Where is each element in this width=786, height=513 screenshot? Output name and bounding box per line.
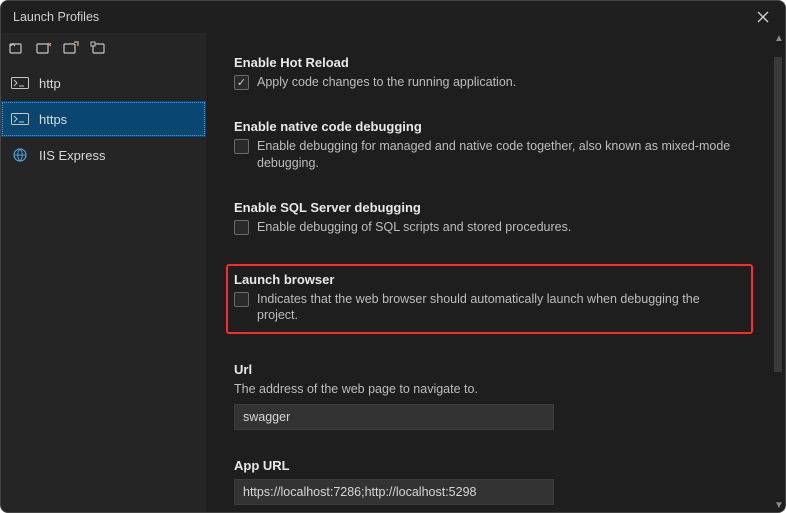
section-title: Enable native code debugging — [234, 119, 743, 134]
profile-item-http[interactable]: http — [1, 65, 206, 101]
dialog-title: Launch Profiles — [13, 10, 99, 24]
settings-content: Enable Hot Reload Apply code changes to … — [206, 33, 771, 512]
launch-profiles-dialog: Launch Profiles — [0, 0, 786, 513]
close-icon — [757, 11, 769, 23]
sql-debug-desc: Enable debugging of SQL scripts and stor… — [257, 219, 571, 236]
terminal-icon — [11, 112, 29, 126]
profile-list: http https IIS Express — [1, 63, 206, 512]
section-title: Enable Hot Reload — [234, 55, 743, 70]
scroll-down-icon[interactable]: ▼ — [774, 502, 782, 510]
hot-reload-checkbox[interactable] — [234, 75, 249, 90]
terminal-icon — [11, 76, 29, 90]
section-title: Enable SQL Server debugging — [234, 200, 743, 215]
section-title: App URL — [234, 458, 743, 473]
section-title: Launch browser — [234, 272, 743, 287]
app-url-input[interactable] — [234, 479, 554, 505]
profile-label: IIS Express — [39, 148, 105, 163]
section-url: Url The address of the web page to navig… — [234, 362, 743, 430]
rename-profile-icon[interactable] — [90, 40, 106, 56]
titlebar: Launch Profiles — [1, 1, 785, 33]
globe-icon — [11, 148, 29, 162]
dialog-body: http https IIS Express — [1, 33, 785, 512]
close-button[interactable] — [753, 7, 773, 27]
sidebar: http https IIS Express — [1, 33, 206, 512]
hot-reload-desc: Apply code changes to the running applic… — [257, 74, 516, 91]
section-hot-reload: Enable Hot Reload Apply code changes to … — [234, 55, 743, 91]
url-input[interactable] — [234, 404, 554, 430]
section-app-url: App URL — [234, 458, 743, 505]
launch-browser-desc: Indicates that the web browser should au… — [257, 291, 743, 325]
new-profile-icon[interactable] — [9, 40, 25, 56]
native-debug-desc: Enable debugging for managed and native … — [257, 138, 743, 172]
section-title: Url — [234, 362, 743, 377]
profile-label: http — [39, 76, 61, 91]
scroll-thumb[interactable] — [774, 57, 782, 372]
delete-profile-icon[interactable] — [36, 40, 52, 56]
profile-item-iis-express[interactable]: IIS Express — [1, 137, 206, 173]
profile-toolbar — [1, 33, 206, 63]
profile-item-https[interactable]: https — [1, 101, 206, 137]
launch-browser-checkbox[interactable] — [234, 292, 249, 307]
sql-debug-checkbox[interactable] — [234, 220, 249, 235]
vertical-scrollbar[interactable]: ▲ ▼ — [771, 33, 785, 512]
url-desc: The address of the web page to navigate … — [234, 381, 743, 398]
section-launch-browser: Launch browser Indicates that the web br… — [226, 264, 753, 335]
native-debug-checkbox[interactable] — [234, 139, 249, 154]
scroll-track[interactable] — [774, 37, 782, 508]
section-sql-debug: Enable SQL Server debugging Enable debug… — [234, 200, 743, 236]
content-wrap: Enable Hot Reload Apply code changes to … — [206, 33, 785, 512]
section-native-debug: Enable native code debugging Enable debu… — [234, 119, 743, 172]
profile-label: https — [39, 112, 67, 127]
duplicate-profile-icon[interactable] — [63, 40, 79, 56]
